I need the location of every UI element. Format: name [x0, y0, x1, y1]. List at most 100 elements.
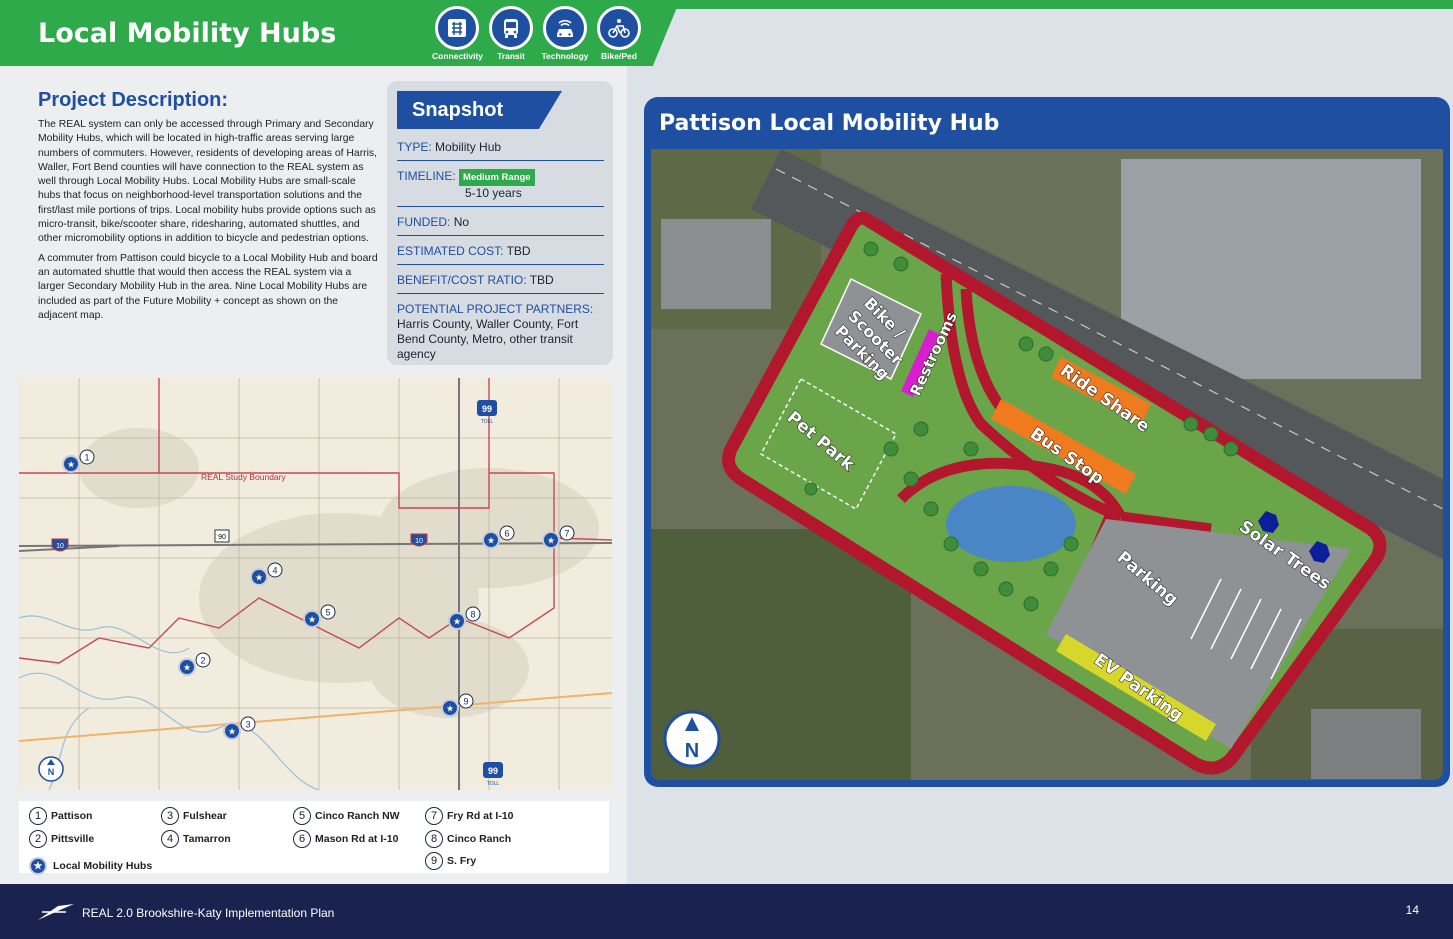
snapshot-value: Mobility Hub	[435, 140, 502, 154]
legend-item: 3 Fulshear	[161, 807, 227, 825]
north-arrow-icon: N	[663, 710, 721, 768]
category-transit: Transit	[486, 6, 536, 61]
category-label: Connectivity	[432, 51, 484, 61]
hub-plan-title: Pattison Local Mobility Hub	[659, 111, 1000, 136]
page-title: Local Mobility Hubs	[38, 18, 337, 49]
legend-item: 4 Tamarron	[161, 830, 231, 848]
legend-label: Tamarron	[183, 833, 231, 845]
snapshot-key: BENEFIT/COST RATIO:	[397, 273, 527, 287]
legend-number: 7	[425, 807, 443, 825]
shield-text: 99	[482, 404, 492, 414]
star-icon: ★	[487, 536, 495, 546]
category-bikeped: Bike/Ped	[594, 6, 644, 61]
category-technology: Technology	[540, 6, 590, 61]
legend-item: 5 Cinco Ranch NW	[293, 807, 400, 825]
star-icon: ★	[255, 573, 263, 583]
snapshot-panel: Snapshot TYPE: Mobility Hub TIMELINE: Me…	[387, 81, 613, 365]
star-icon: ★	[446, 704, 454, 714]
legend-item: 9 S. Fry	[425, 852, 476, 870]
shield-text: 10	[56, 543, 64, 550]
hub-number: 3	[245, 720, 250, 730]
bike-icon	[597, 6, 641, 50]
description-paragraph: The REAL system can only be accessed thr…	[38, 119, 377, 245]
hub-number: 2	[200, 656, 205, 666]
hub-plan-card: Pattison Local Mobility Hub Bike / Scoot…	[644, 97, 1450, 787]
legend-label: Pattison	[51, 810, 93, 822]
legend-number: 4	[161, 830, 179, 848]
legend-hub-symbol: ★ Local Mobility Hubs	[29, 857, 152, 875]
legend-label: Local Mobility Hubs	[53, 860, 153, 872]
legend-number: 1	[29, 807, 47, 825]
top-accent-line	[640, 0, 1453, 9]
footer-title: REAL 2.0 Brookshire-Katy Implementation …	[82, 906, 335, 920]
legend-label: Fry Rd at I-10	[447, 810, 514, 822]
legend-label: Mason Rd at I-10	[315, 833, 399, 845]
footer: REAL 2.0 Brookshire-Katy Implementation …	[0, 884, 1453, 939]
hub-site-plan: Bike / Scooter Parking Restrooms Pet Par…	[651, 149, 1443, 780]
hub-number: 9	[463, 697, 468, 707]
description-text: The REAL system can only be accessed thr…	[38, 118, 378, 323]
legend-number: 2	[29, 830, 47, 848]
site-plan-graphic: Bike / Scooter Parking Restrooms Pet Par…	[651, 149, 1443, 780]
star-icon: ★	[67, 460, 75, 470]
snapshot-title: Snapshot	[397, 91, 562, 129]
category-connectivity: Connectivity	[432, 6, 484, 61]
category-label: Technology	[541, 51, 589, 61]
description-heading: Project Description:	[38, 89, 229, 111]
bus-icon	[489, 6, 533, 50]
shield-i10-west: 10	[51, 538, 69, 552]
star-icon: ★	[547, 536, 555, 546]
study-area-map: REAL Study Boundary 99 TOLL 90 10 10 99 …	[19, 378, 612, 790]
snapshot-key: POTENTIAL PROJECT PARTNERS:	[397, 302, 594, 316]
north-label: N	[48, 767, 55, 777]
snapshot-key: FUNDED:	[397, 215, 451, 229]
timeline-badge: Medium Range	[459, 169, 535, 186]
description-paragraph: A commuter from Pattison could bicycle t…	[38, 252, 378, 321]
real-logo-icon	[38, 904, 74, 920]
snapshot-value: TBD	[506, 244, 531, 258]
legend-label: Fulshear	[183, 810, 227, 822]
shield-90: 90	[214, 529, 230, 543]
snapshot-key: TYPE:	[397, 140, 432, 154]
map-legend: 1 Pattison 2 Pittsville 3 Fulshear 4 Tamarro…	[19, 801, 609, 875]
page-number: 14	[1405, 903, 1419, 917]
category-label: Transit	[497, 51, 525, 61]
snapshot-key: TIMELINE:	[397, 169, 456, 183]
legend-number: 5	[293, 807, 311, 825]
snapshot-key: ESTIMATED COST:	[397, 244, 504, 258]
legend-item: 2 Pittsville	[29, 830, 94, 848]
legend-number: 6	[293, 830, 311, 848]
legend-item: 8 Cinco Ranch	[425, 830, 511, 848]
star-icon: ★	[228, 727, 236, 737]
shield-i10-east: 10	[410, 533, 428, 547]
north-arrow-icon: N	[38, 756, 64, 782]
hub-number: 5	[325, 608, 330, 618]
category-label: Bike/Ped	[601, 51, 637, 61]
shield-text: 10	[415, 538, 423, 545]
category-icons: Connectivity Transit Technology Bike/Ped	[432, 6, 644, 61]
pond	[946, 486, 1076, 562]
snapshot-cost: ESTIMATED COST: TBD	[397, 236, 604, 265]
map-graphic: REAL Study Boundary 99 TOLL 90 10 10 99 …	[19, 378, 612, 790]
legend-number: 9	[425, 852, 443, 870]
hub-number: 6	[504, 529, 509, 539]
legend-item: 7 Fry Rd at I-10	[425, 807, 514, 825]
hub-number: 1	[84, 453, 89, 463]
car-tech-icon	[543, 6, 587, 50]
snapshot-ratio: BENEFIT/COST RATIO: TBD	[397, 265, 604, 294]
shield-text: 99	[488, 766, 498, 776]
snapshot-value: No	[453, 215, 470, 229]
legend-item: 6 Mason Rd at I-10	[293, 830, 398, 848]
legend-label: Cinco Ranch	[447, 833, 512, 845]
snapshot-value: Harris County, Waller County, Fort Bend …	[397, 317, 579, 361]
snapshot-partners: POTENTIAL PROJECT PARTNERS: Harris Count…	[397, 294, 604, 367]
legend-label: Pittsville	[51, 833, 95, 845]
hub-number: 8	[470, 610, 475, 620]
star-icon: ★	[29, 857, 47, 875]
legend-number: 8	[425, 830, 443, 848]
snapshot-funded: FUNDED: No	[397, 207, 604, 236]
hub-number: 7	[564, 529, 569, 539]
snapshot-value: TBD	[529, 273, 554, 287]
legend-item: 1 Pattison	[29, 807, 92, 825]
star-icon: ★	[308, 615, 316, 625]
